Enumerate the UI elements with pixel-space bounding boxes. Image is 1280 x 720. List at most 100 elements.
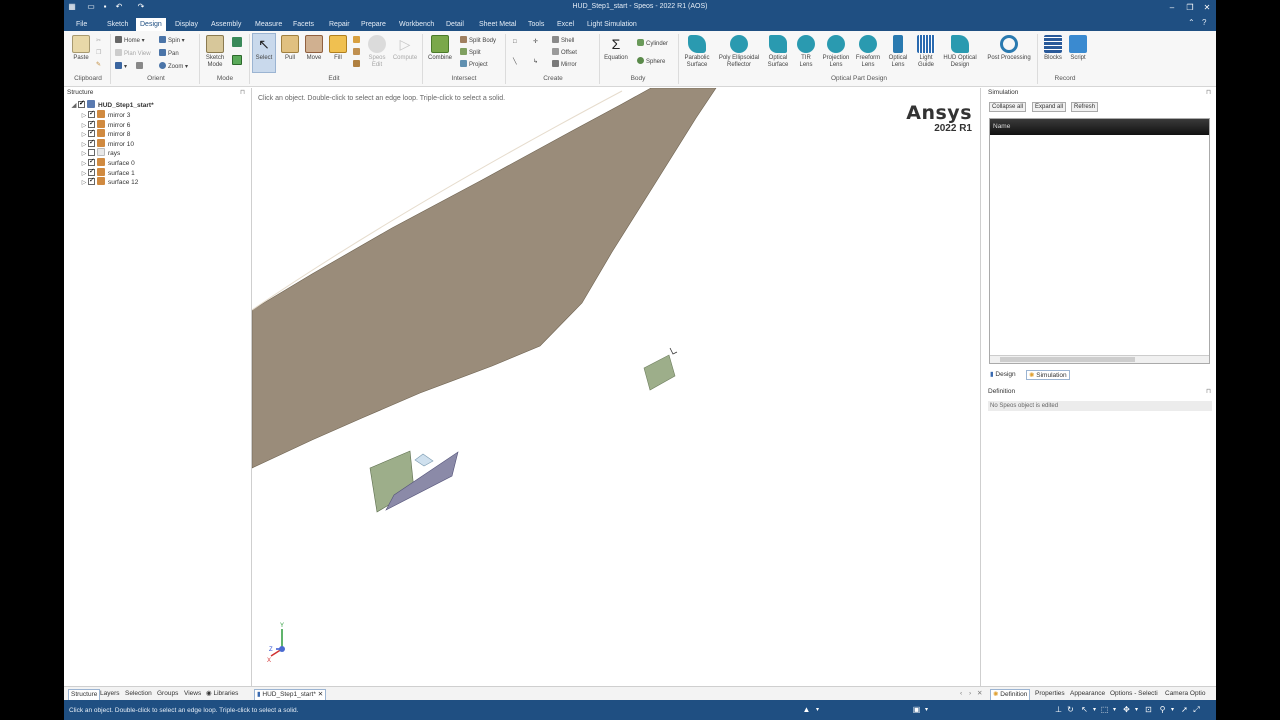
tab-camera-options[interactable]: Camera Optio xyxy=(1165,689,1205,699)
scrollbar-thumb[interactable] xyxy=(1000,357,1135,362)
projection-lens-button[interactable]: Projection Lens xyxy=(820,35,852,69)
pointer-icon[interactable]: ➚ xyxy=(1180,706,1189,714)
tab-light-simulation[interactable]: Light Simulation xyxy=(583,18,641,31)
tree-item[interactable]: ▷mirror 8 xyxy=(80,128,131,139)
source-plane[interactable] xyxy=(414,453,434,467)
rotate-icon[interactable]: ↻ xyxy=(1066,706,1075,714)
blocks-button[interactable]: Blocks xyxy=(1039,35,1067,62)
cut-icon[interactable]: ✂ xyxy=(96,37,101,46)
edit-tool-1-icon[interactable] xyxy=(353,36,362,45)
tir-lens-button[interactable]: TIR Lens xyxy=(792,35,820,69)
pin-icon[interactable]: ⊓ xyxy=(240,88,245,96)
tab-measure[interactable]: Measure xyxy=(251,18,286,31)
paste-button[interactable]: Paste xyxy=(67,35,95,62)
simulation-tree[interactable]: Name xyxy=(989,118,1210,364)
zoom-fit-button[interactable] xyxy=(136,62,145,71)
copy-icon[interactable]: ❐ xyxy=(96,49,101,58)
tab-file[interactable]: File xyxy=(72,18,91,31)
tab-detail[interactable]: Detail xyxy=(442,18,468,31)
tree-item[interactable]: ▷mirror 6 xyxy=(80,119,131,130)
combine-button[interactable]: Combine xyxy=(426,35,454,62)
tab-scroll-right-icon[interactable]: › xyxy=(969,689,971,699)
tab-simulation-panel[interactable]: ✺ Simulation xyxy=(1026,370,1070,380)
script-button[interactable]: Script xyxy=(1064,35,1092,62)
offset-button[interactable]: Offset xyxy=(552,48,577,57)
collapse-all-button[interactable]: Collapse all xyxy=(989,102,1027,112)
tab-libraries[interactable]: ◉ Libraries xyxy=(206,689,238,699)
tab-repair[interactable]: Repair xyxy=(325,18,354,31)
section-mode-icon[interactable] xyxy=(232,37,244,47)
spin-button[interactable]: Spin ▾ xyxy=(159,36,185,45)
tab-layers[interactable]: Layers xyxy=(100,689,120,699)
split-button[interactable]: Split xyxy=(460,48,481,57)
equation-button[interactable]: Σ Equation xyxy=(602,35,630,62)
tab-views[interactable]: Views xyxy=(184,689,201,699)
mirror-button[interactable]: Mirror xyxy=(552,60,577,69)
zoom-status-icon[interactable]: ⚲ xyxy=(1158,706,1167,714)
tree-root[interactable]: ◢HUD_Step1_start* xyxy=(70,99,154,112)
zoom-button[interactable]: Zoom ▾ xyxy=(159,62,188,71)
visibility-checkbox[interactable] xyxy=(88,109,95,119)
tab-tools[interactable]: Tools xyxy=(524,18,548,31)
restore-icon[interactable]: ❐ xyxy=(1184,2,1196,13)
tree-item[interactable]: ▷mirror 3 xyxy=(80,109,131,120)
minimize-icon[interactable]: – xyxy=(1166,2,1178,13)
rectangle-icon[interactable]: □ xyxy=(513,38,517,47)
light-guide-button[interactable]: Light Guide xyxy=(912,35,940,69)
warning-icon[interactable]: ▲ xyxy=(802,706,811,714)
tree-item[interactable]: ▷ rays xyxy=(80,148,120,158)
sphere-button[interactable]: Sphere xyxy=(637,57,665,66)
post-processing-button[interactable]: Post Processing xyxy=(984,35,1034,62)
tab-workbench[interactable]: Workbench xyxy=(395,18,438,31)
line-icon[interactable]: ╲ xyxy=(513,58,517,67)
tab-prepare[interactable]: Prepare xyxy=(357,18,390,31)
parabolic-surface-button[interactable]: Parabolic Surface xyxy=(680,35,714,69)
tab-appearance[interactable]: Appearance xyxy=(1070,689,1105,699)
shell-button[interactable]: Shell xyxy=(552,36,574,45)
3d-viewport[interactable]: Click an object. Double-click to select … xyxy=(252,88,981,686)
visibility-checkbox[interactable] xyxy=(78,99,85,109)
column-header-name[interactable]: Name xyxy=(990,119,1209,135)
tab-display[interactable]: Display xyxy=(171,18,202,31)
hud-optical-design-button[interactable]: HUD Optical Design xyxy=(940,35,980,69)
tab-groups[interactable]: Groups xyxy=(157,689,178,699)
tab-properties[interactable]: Properties xyxy=(1035,689,1065,699)
mirror-small[interactable] xyxy=(643,354,676,391)
tab-design-panel[interactable]: ▮ Design xyxy=(990,370,1016,380)
fill-button[interactable]: Fill xyxy=(324,35,352,62)
horizontal-scrollbar[interactable] xyxy=(990,355,1209,363)
orient-icon[interactable]: ⤢ xyxy=(1192,706,1201,714)
tab-assembly[interactable]: Assembly xyxy=(207,18,245,31)
visibility-checkbox[interactable] xyxy=(88,128,95,138)
windshield-surface[interactable] xyxy=(252,88,717,469)
poly-ellipsoidal-reflector-button[interactable]: Poly Ellipsoidal Reflector xyxy=(716,35,762,69)
dropdown-icon[interactable]: ▾ xyxy=(1132,706,1141,714)
format-painter-icon[interactable]: ✎ xyxy=(96,61,101,70)
pan-status-icon[interactable]: ✥ xyxy=(1122,706,1131,714)
speos-edit-button[interactable]: Speos Edit xyxy=(363,35,391,69)
tab-selection[interactable]: Selection xyxy=(125,689,152,699)
fit-view-icon[interactable]: ⊡ xyxy=(1144,706,1153,714)
3d-mode-icon[interactable] xyxy=(232,55,244,65)
collapse-icon[interactable]: ◢ xyxy=(70,102,78,112)
view-cube-button[interactable]: ▾ xyxy=(115,62,127,71)
sketch-mode-button[interactable]: Sketch Mode xyxy=(201,35,229,69)
close-tab-icon[interactable]: ✕ xyxy=(318,691,323,698)
pin-icon[interactable]: ⊓ xyxy=(1206,88,1211,96)
tree-item[interactable]: ▷mirror 10 xyxy=(80,138,134,149)
expand-all-button[interactable]: Expand all xyxy=(1032,102,1067,112)
cylinder-button[interactable]: Cylinder xyxy=(637,39,668,48)
tab-facets[interactable]: Facets xyxy=(289,18,318,31)
freeform-lens-button[interactable]: Freeform Lens xyxy=(854,35,882,69)
selection-filter-icon[interactable]: ▣ xyxy=(912,706,921,714)
dropdown-icon[interactable]: ▾ xyxy=(922,706,931,714)
snap-icon[interactable]: ⊥ xyxy=(1054,706,1063,714)
tab-sheet-metal[interactable]: Sheet Metal xyxy=(475,18,520,31)
collapse-ribbon-icon[interactable]: ⌃ xyxy=(1188,18,1195,27)
tree-item[interactable]: ▷surface 12 xyxy=(80,176,139,187)
close-document-icon[interactable]: ✕ xyxy=(977,689,982,699)
visibility-checkbox[interactable] xyxy=(88,149,95,157)
tab-scroll-left-icon[interactable]: ‹ xyxy=(960,689,962,699)
select-mode-icon[interactable]: ↖ xyxy=(1080,706,1089,714)
pan-button[interactable]: Pan xyxy=(159,49,179,58)
